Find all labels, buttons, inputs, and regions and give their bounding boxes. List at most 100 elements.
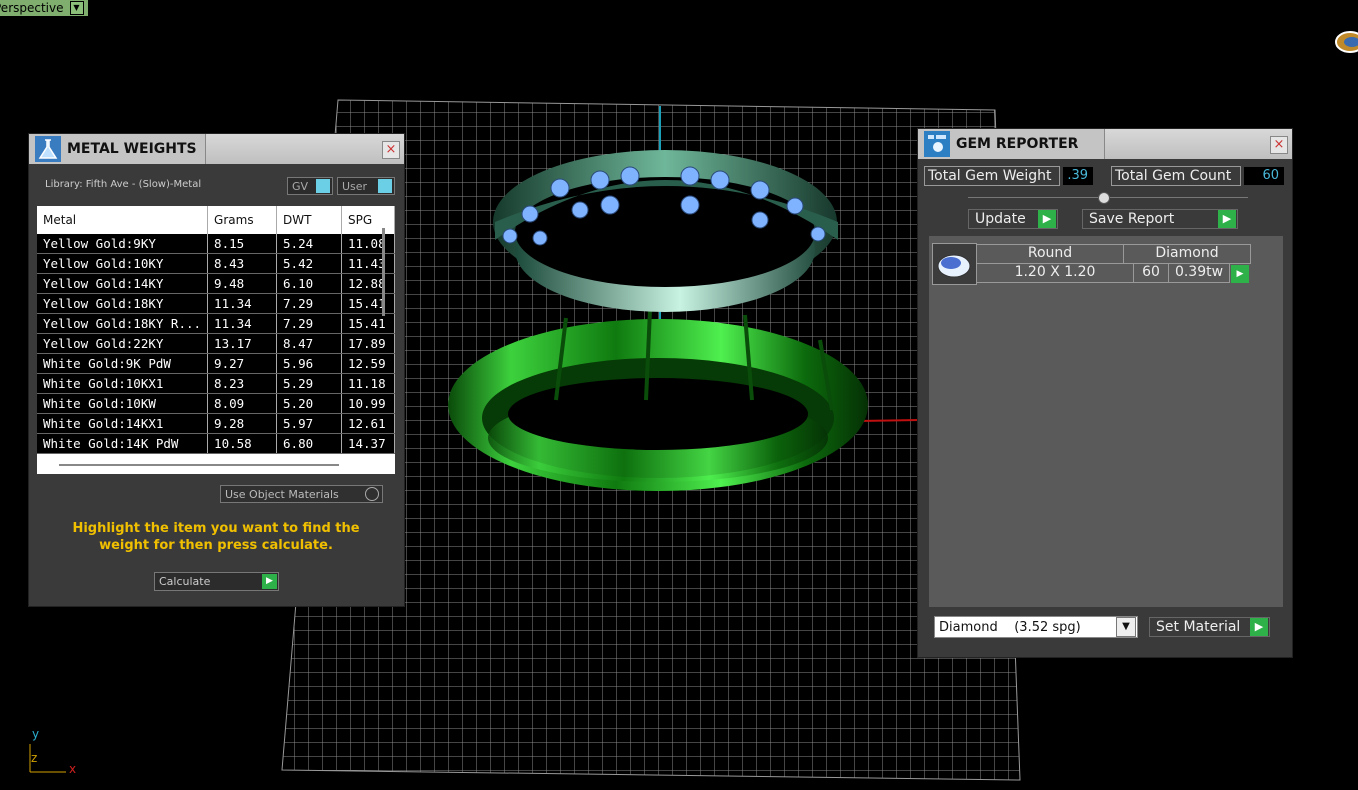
gem-reporter-titlebar[interactable]: GEM REPORTER × bbox=[918, 129, 1292, 159]
total-gem-count-value: 60 bbox=[1244, 167, 1284, 185]
gv-toggle-indicator bbox=[316, 179, 330, 193]
update-button[interactable]: Update ▶ bbox=[968, 209, 1058, 229]
spg-cell: 15.41 bbox=[341, 293, 395, 314]
dwt-cell: 5.97 bbox=[276, 413, 342, 434]
table-row[interactable]: Yellow Gold:9KY 8.15 5.24 11.08 bbox=[37, 234, 395, 254]
gem-material: Diamond bbox=[1123, 244, 1251, 264]
play-icon: ▶ bbox=[1250, 618, 1268, 636]
metal-name-cell: White Gold:10KX1 bbox=[37, 373, 209, 394]
dwt-cell: 8.47 bbox=[276, 333, 342, 354]
user-toggle[interactable]: User bbox=[337, 177, 395, 195]
radio-icon bbox=[365, 487, 379, 501]
metal-table[interactable]: Metal Grams DWT SPG Yellow Gold:9KY 8.15 5… bbox=[37, 206, 395, 474]
dwt-cell: 5.96 bbox=[276, 353, 342, 374]
metal-weights-titlebar[interactable]: METAL WEIGHTS × bbox=[29, 134, 404, 164]
gv-toggle[interactable]: GV bbox=[287, 177, 333, 195]
material-select[interactable]: Diamond (3.52 spg) ▼ bbox=[934, 616, 1138, 638]
table-vertical-scrollbar[interactable] bbox=[382, 228, 385, 316]
user-toggle-label: User bbox=[342, 179, 368, 193]
use-object-materials-checkbox[interactable]: Use Object Materials bbox=[220, 485, 383, 503]
dwt-cell: 5.20 bbox=[276, 393, 342, 414]
gem-reporter-panel: GEM REPORTER × Total Gem Weight .39 Tota… bbox=[917, 128, 1293, 658]
table-row[interactable]: White Gold:10KX1 8.23 5.29 11.18 bbox=[37, 373, 395, 394]
table-row[interactable]: Yellow Gold:14KY 9.48 6.10 12.88 bbox=[37, 273, 395, 294]
user-toggle-indicator bbox=[378, 179, 392, 193]
viewport-name: Perspective bbox=[0, 1, 64, 15]
table-row[interactable]: White Gold:14K PdW 10.58 6.80 14.37 bbox=[37, 433, 395, 454]
grams-cell: 10.58 bbox=[207, 433, 278, 454]
table-row[interactable]: White Gold:9K PdW 9.27 5.96 12.59 bbox=[37, 353, 395, 374]
orbit-tool-icon[interactable] bbox=[1335, 31, 1358, 53]
table-row[interactable]: Yellow Gold:22KY 13.17 8.47 17.89 bbox=[37, 333, 395, 354]
metal-name-cell: White Gold:14KX1 bbox=[37, 413, 209, 434]
grams-cell: 11.34 bbox=[207, 313, 278, 334]
metal-name-cell: Yellow Gold:9KY bbox=[37, 234, 209, 254]
table-row[interactable]: Yellow Gold:18KY 11.34 7.29 15.41 bbox=[37, 293, 395, 314]
total-gem-count-label: Total Gem Count bbox=[1115, 168, 1232, 184]
spg-cell: 11.18 bbox=[341, 373, 395, 394]
axis-label-x: x bbox=[69, 762, 77, 776]
chevron-down-icon: ▼ bbox=[1116, 617, 1136, 637]
library-label: Library: Fifth Ave - (Slow)-Metal bbox=[45, 179, 202, 190]
set-material-button[interactable]: Set Material ▶ bbox=[1149, 617, 1270, 637]
grams-cell: 8.23 bbox=[207, 373, 278, 394]
grams-cell: 8.15 bbox=[207, 234, 278, 254]
total-gem-weight-value: .39 bbox=[1063, 167, 1093, 185]
spg-cell: 11.43 bbox=[341, 253, 395, 274]
metal-name-cell: Yellow Gold:10KY bbox=[37, 253, 209, 274]
metal-weights-title-tab: METAL WEIGHTS bbox=[29, 134, 206, 164]
save-report-button[interactable]: Save Report ▶ bbox=[1082, 209, 1238, 229]
table-horizontal-scrollbar[interactable] bbox=[59, 464, 339, 466]
dwt-cell: 6.10 bbox=[276, 273, 342, 294]
spg-cell: 17.89 bbox=[341, 333, 395, 354]
col-dwt[interactable]: DWT bbox=[276, 206, 342, 234]
spg-cell: 12.88 bbox=[341, 273, 395, 294]
spg-cell: 10.99 bbox=[341, 393, 395, 414]
viewport-label[interactable]: Perspective ▼ bbox=[0, 0, 88, 16]
axis-label-z: z bbox=[31, 751, 38, 765]
viewport-dropdown-icon[interactable]: ▼ bbox=[69, 1, 84, 15]
play-icon[interactable]: ▶ bbox=[1231, 265, 1249, 283]
metal-name-cell: Yellow Gold:18KY bbox=[37, 293, 209, 314]
gem-reporter-title: GEM REPORTER bbox=[956, 136, 1079, 152]
col-grams[interactable]: Grams bbox=[207, 206, 278, 234]
total-gem-count: Total Gem Count bbox=[1111, 166, 1241, 186]
dwt-cell: 5.42 bbox=[276, 253, 342, 274]
calculate-label: Calculate bbox=[159, 575, 211, 588]
axis-label-y: y bbox=[32, 727, 40, 741]
grams-cell: 9.48 bbox=[207, 273, 278, 294]
gem-reporter-close-icon[interactable]: × bbox=[1270, 136, 1288, 154]
dwt-cell: 6.80 bbox=[276, 433, 342, 454]
col-metal[interactable]: Metal bbox=[37, 206, 209, 234]
table-row[interactable]: Yellow Gold:10KY 8.43 5.42 11.43 bbox=[37, 253, 395, 274]
gem-list[interactable]: Round Diamond 1.20 X 1.20 60 0.39tw ▶ bbox=[929, 236, 1283, 607]
grams-cell: 13.17 bbox=[207, 333, 278, 354]
set-material-label: Set Material bbox=[1156, 619, 1241, 635]
dwt-cell: 5.24 bbox=[276, 234, 342, 254]
col-spg[interactable]: SPG bbox=[341, 206, 395, 234]
instruction-text: Highlight the item you want to find the … bbox=[72, 521, 360, 553]
splitter-handle[interactable] bbox=[1098, 192, 1110, 204]
grams-cell: 9.27 bbox=[207, 353, 278, 374]
metal-weights-title: METAL WEIGHTS bbox=[67, 141, 197, 157]
report-icon bbox=[924, 131, 950, 157]
gem-thumbnail[interactable] bbox=[932, 243, 977, 285]
gem-shape: Round bbox=[976, 244, 1124, 264]
dwt-cell: 7.29 bbox=[276, 293, 342, 314]
material-select-value: Diamond (3.52 spg) bbox=[939, 619, 1081, 635]
metal-name-cell: White Gold:14K PdW bbox=[37, 433, 209, 454]
gem-count: 60 bbox=[1133, 263, 1169, 283]
metal-name-cell: White Gold:10KW bbox=[37, 393, 209, 414]
spg-cell: 12.59 bbox=[341, 353, 395, 374]
table-row[interactable]: Yellow Gold:18KY R... 11.34 7.29 15.41 bbox=[37, 313, 395, 334]
table-row[interactable]: White Gold:14KX1 9.28 5.97 12.61 bbox=[37, 413, 395, 434]
metal-name-cell: Yellow Gold:14KY bbox=[37, 273, 209, 294]
metal-weights-close-icon[interactable]: × bbox=[382, 141, 400, 159]
metal-name-cell: White Gold:9K PdW bbox=[37, 353, 209, 374]
calculate-button[interactable]: Calculate ▶ bbox=[154, 572, 279, 591]
gem-size: 1.20 X 1.20 bbox=[976, 263, 1134, 283]
table-row[interactable]: White Gold:10KW 8.09 5.20 10.99 bbox=[37, 393, 395, 414]
spg-cell: 11.08 bbox=[341, 234, 395, 254]
metal-name-cell: Yellow Gold:18KY R... bbox=[37, 313, 209, 334]
spg-cell: 15.41 bbox=[341, 313, 395, 334]
